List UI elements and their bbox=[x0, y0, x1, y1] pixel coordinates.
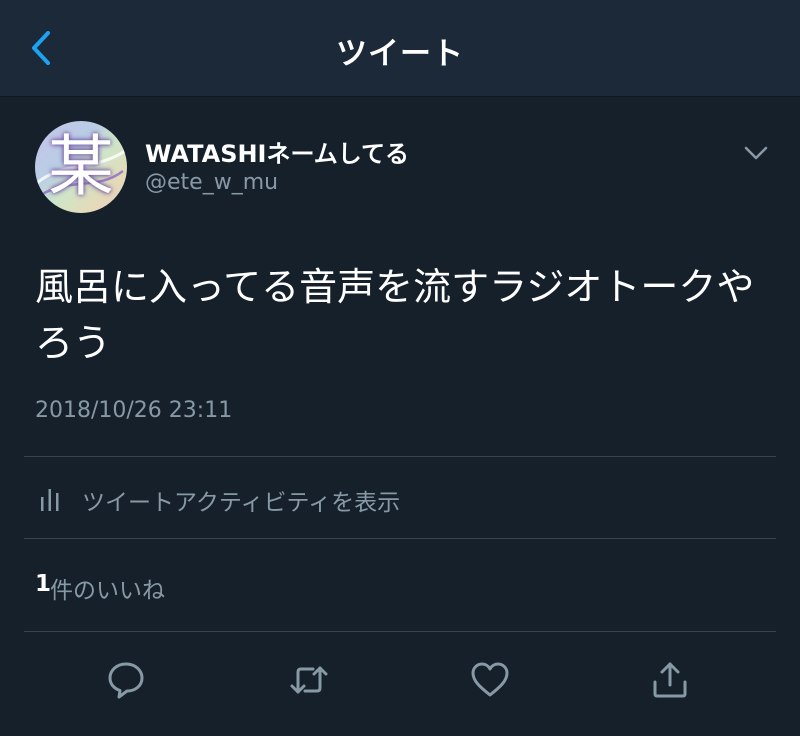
retweet-button[interactable] bbox=[284, 655, 334, 705]
tweet-text: 風呂に入ってる音声を流すラジオトークやろう bbox=[35, 265, 755, 365]
top-nav-bar: ツイート bbox=[0, 0, 800, 97]
share-icon bbox=[653, 662, 687, 698]
divider bbox=[24, 631, 776, 632]
chevron-down-icon bbox=[744, 146, 768, 160]
tweet-timestamp: 2018/10/26 23:11 bbox=[35, 398, 233, 423]
avatar[interactable]: 某 bbox=[35, 121, 127, 213]
tweet-activity-link[interactable]: ツイートアクティビティを表示 bbox=[24, 457, 776, 538]
author-name[interactable]: WATASHIネームしてる bbox=[145, 134, 409, 169]
likes-count: 1 bbox=[35, 571, 52, 597]
likes-label: 件のいいね bbox=[50, 578, 165, 604]
avatar-glyph: 某 bbox=[48, 128, 114, 205]
more-options-button[interactable] bbox=[742, 143, 770, 163]
reply-icon bbox=[108, 662, 144, 699]
share-button[interactable] bbox=[645, 655, 695, 705]
page-title: ツイート bbox=[336, 36, 464, 72]
likes-link[interactable]: 1 件のいいね bbox=[24, 539, 776, 631]
heart-icon bbox=[471, 662, 509, 697]
reply-button[interactable] bbox=[101, 655, 151, 705]
retweet-icon bbox=[290, 666, 328, 694]
tweet-activity-label: ツイートアクティビティを表示 bbox=[82, 490, 401, 516]
author-handle[interactable]: @ete_w_mu bbox=[145, 170, 278, 195]
bar-chart-icon bbox=[41, 489, 59, 511]
like-button[interactable] bbox=[465, 655, 515, 705]
